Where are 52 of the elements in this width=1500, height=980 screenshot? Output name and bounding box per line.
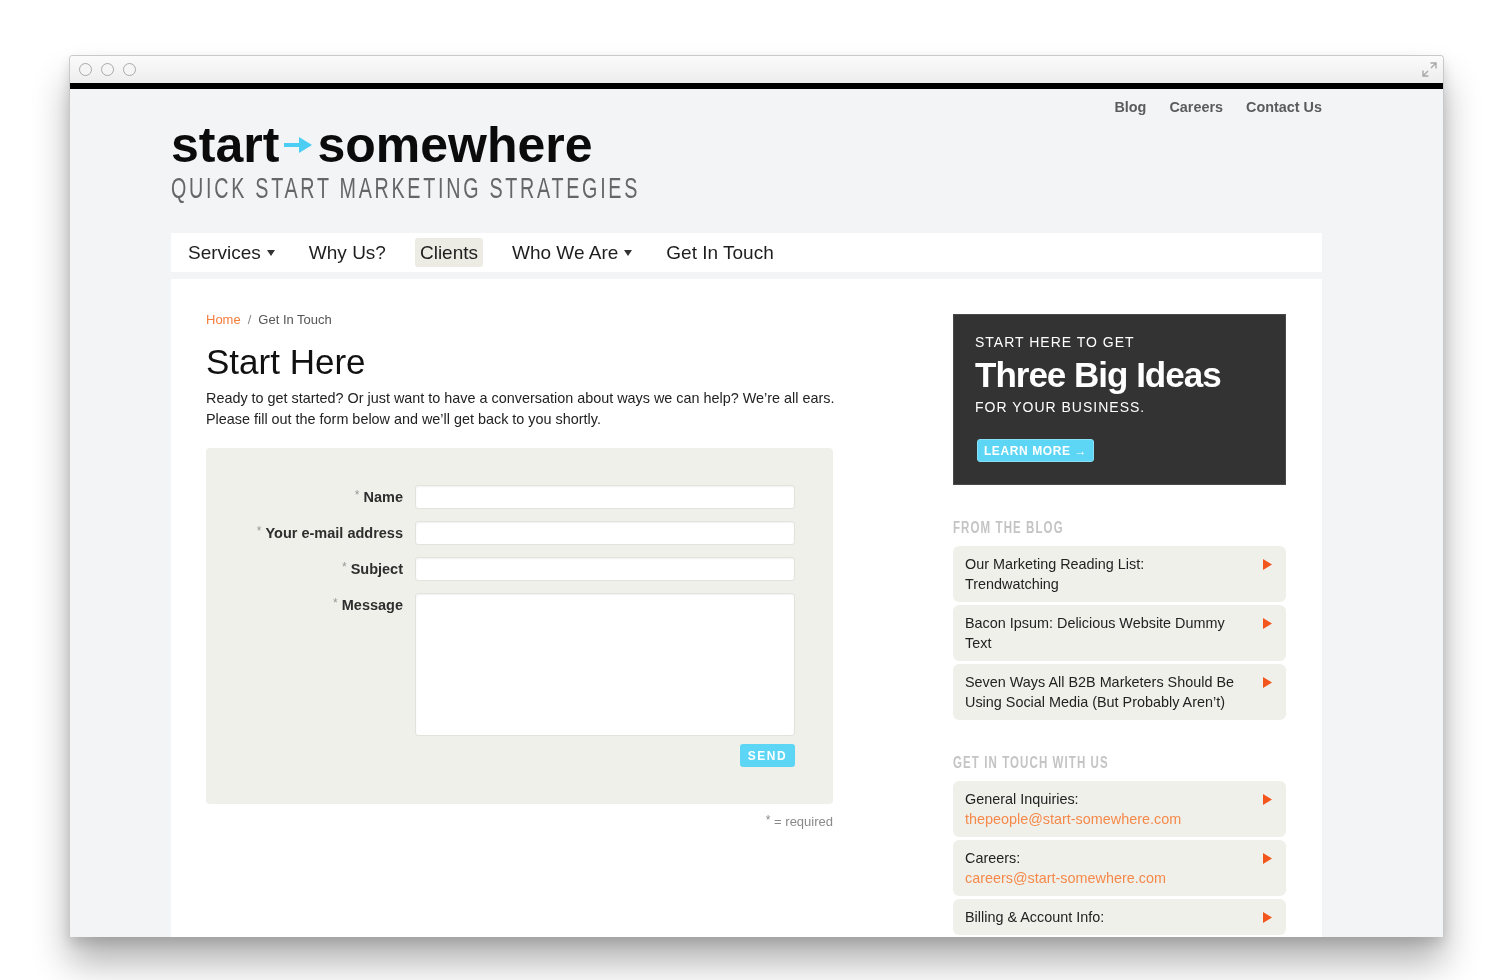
top-link[interactable]: Blog xyxy=(1114,98,1147,116)
page-title: Start Here xyxy=(206,342,367,382)
nav-item[interactable]: Services xyxy=(183,238,280,267)
post-title: Our Marketing Reading List: Trendwatching xyxy=(965,555,1146,594)
blog-post-link[interactable]: Bacon Ipsum: Delicious Website Dummy Text xyxy=(953,605,1286,661)
triangle-right-icon xyxy=(1263,853,1272,864)
input-field[interactable] xyxy=(415,557,795,581)
promo-kicker: START HERE TO GET xyxy=(975,334,1135,351)
nav-item[interactable]: Why Us? xyxy=(303,238,391,267)
contact-label: General Inquiries: xyxy=(965,790,1079,809)
input-field[interactable] xyxy=(415,521,795,545)
contact-label: Careers: xyxy=(965,849,1021,868)
window-control-icon[interactable] xyxy=(101,63,114,76)
field-label: Message xyxy=(341,596,403,615)
promo-headline: Three Big Ideas xyxy=(975,356,1221,394)
triangle-right-icon xyxy=(1263,677,1272,688)
section-heading: GET IN TOUCH WITH US xyxy=(953,754,1109,772)
contact-label: Billing & Account Info: xyxy=(965,908,1105,927)
promo-subline: FOR YOUR BUSINESS. xyxy=(975,399,1146,416)
logo-word: somewhere xyxy=(317,120,593,170)
post-title: Bacon Ipsum: Delicious Website Dummy Text xyxy=(965,614,1226,653)
top-link[interactable]: Contact Us xyxy=(1246,98,1322,116)
expand-icon[interactable] xyxy=(1422,62,1437,77)
triangle-right-icon xyxy=(1263,618,1272,629)
field-label: Your e-mail address xyxy=(265,524,403,543)
required-mark: * xyxy=(341,559,347,576)
required-mark: * xyxy=(256,523,262,540)
nav-item[interactable]: Clients xyxy=(414,238,483,267)
required-mark: * xyxy=(333,595,338,612)
top-link[interactable]: Careers xyxy=(1169,98,1224,116)
message-field[interactable] xyxy=(415,593,795,736)
required-mark: * xyxy=(354,487,360,504)
intro-text: Ready to get started? Or just want to have a conversation about ways we can help? We’re all ears. Please fill out the form below and we’ll get back to you shortly. xyxy=(206,389,836,429)
arrow-right-icon xyxy=(284,137,313,153)
input-field[interactable] xyxy=(415,485,795,509)
field-label: Name xyxy=(363,488,403,507)
breadcrumb-current: Get In Touch xyxy=(258,312,332,328)
logo-word: start xyxy=(171,120,280,170)
triangle-right-icon xyxy=(1263,559,1272,570)
logo-tagline: QUICK START MARKETING STRATEGIES xyxy=(171,174,641,203)
post-title: Seven Ways All B2B Marketers Should Be Using Social Media (But Probably Aren’t) xyxy=(965,673,1235,712)
nav-item[interactable]: Get In Touch xyxy=(661,238,779,267)
breadcrumb-separator: / xyxy=(247,312,252,328)
section-heading: FROM THE BLOG xyxy=(953,519,1064,537)
nav-item[interactable]: Who We Are xyxy=(507,238,638,267)
window-control-icon[interactable] xyxy=(79,63,92,76)
triangle-right-icon xyxy=(1263,912,1272,923)
triangle-right-icon xyxy=(1263,794,1272,805)
blog-post-link[interactable]: Seven Ways All B2B Marketers Should Be Using Social Media (But Probably Aren’t) xyxy=(953,664,1286,720)
blog-post-link[interactable]: Our Marketing Reading List: Trendwatching xyxy=(953,546,1286,602)
window-control-icon[interactable] xyxy=(123,63,136,76)
field-label: Subject xyxy=(350,560,403,579)
